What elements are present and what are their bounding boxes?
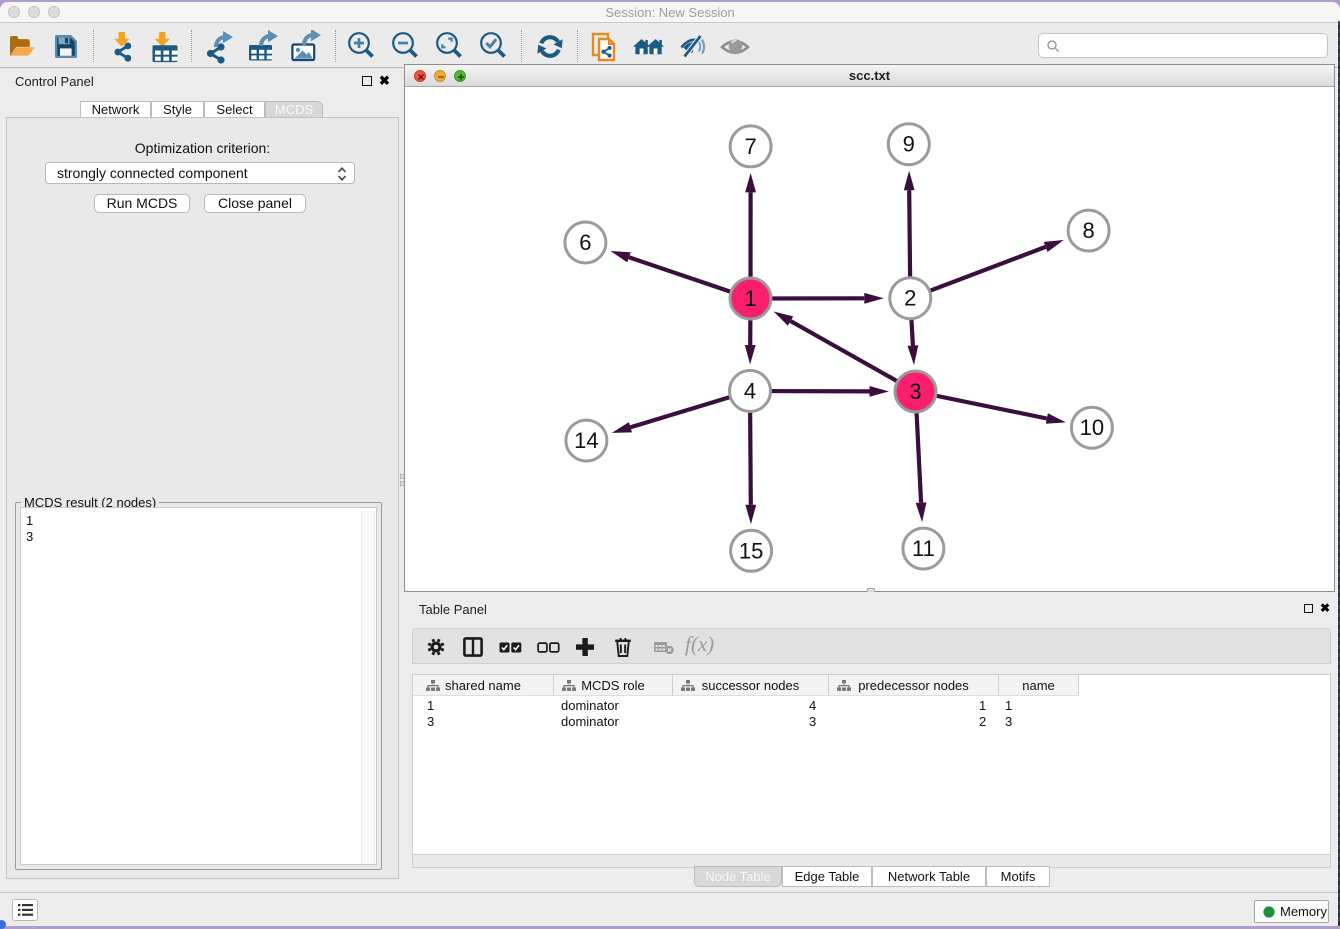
svg-text:8: 8	[1082, 218, 1094, 243]
svg-text:11: 11	[912, 536, 935, 561]
svg-text:2: 2	[904, 286, 916, 311]
svg-text:7: 7	[744, 134, 756, 159]
svg-text:15: 15	[739, 538, 763, 563]
svg-text:9: 9	[903, 132, 915, 157]
svg-text:1: 1	[744, 286, 756, 311]
svg-text:6: 6	[579, 230, 591, 255]
svg-text:4: 4	[744, 379, 756, 404]
svg-text:10: 10	[1080, 415, 1104, 440]
svg-text:3: 3	[909, 379, 921, 404]
svg-text:14: 14	[574, 428, 598, 453]
